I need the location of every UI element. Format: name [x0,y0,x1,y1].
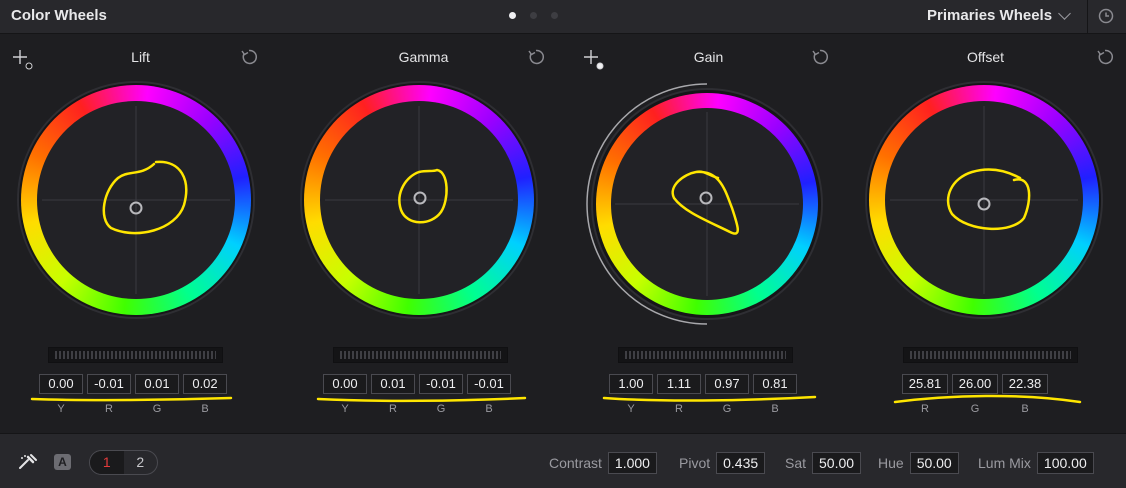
reset-icon[interactable] [811,48,829,66]
sat-control: Sat 50.00 [785,452,862,474]
footer-bar: A 1 2 Contrast 1.000 Pivot 0.435 Sat 50.… [0,433,1126,488]
sat-value[interactable]: 50.00 [812,452,862,474]
gamma-y-value[interactable]: 0.00 [323,374,367,394]
panel-title: Color Wheels [11,7,107,24]
channel-label: Y [341,403,349,415]
lift-master-slider[interactable] [48,347,223,363]
eyedropper-icon[interactable] [17,453,39,471]
gamma-panel: Gamma 0.00 0.01 -0.01 -0.01 Y R G B [283,34,564,432]
wheel-title-gain: Gain [693,49,724,65]
gamma-color-wheel[interactable] [299,80,539,320]
lift-values: 0.00 -0.01 0.01 0.02 [39,374,227,394]
mode-dropdown[interactable]: Primaries Wheels [927,7,1071,24]
wheel-title-gamma: Gamma [398,49,449,65]
channel-label: R [389,403,397,415]
offset-panel: Offset 25.81 26.00 22.38 R G B [845,34,1126,432]
header-divider [1087,0,1088,33]
gain-values: 1.00 1.11 0.97 0.81 [609,374,797,394]
gain-y-value[interactable]: 1.00 [609,374,653,394]
lift-y-value[interactable]: 0.00 [39,374,83,394]
gamma-b-value[interactable]: -0.01 [467,374,511,394]
gain-r-value[interactable]: 1.11 [657,374,701,394]
page-dots [509,12,558,19]
gain-b-value[interactable]: 0.81 [753,374,797,394]
hue-control: Hue 50.00 [878,452,959,474]
channel-label: B [201,403,209,415]
channel-label: G [722,403,732,415]
gain-panel: Gain 1.00 1.11 0.97 0.81 Y R G B [568,34,849,432]
pivot-label: Pivot [679,455,711,471]
gain-channel-labels: Y R G B [609,403,797,415]
offset-g-value[interactable]: 26.00 [952,374,998,394]
channel-label: Y [627,403,635,415]
page-dot-1[interactable] [509,12,516,19]
auto-balance-button[interactable]: A [54,454,71,470]
gamma-master-slider[interactable] [333,347,508,363]
gain-g-value[interactable]: 0.97 [705,374,749,394]
channel-label: Y [57,403,65,415]
wheel-title-offset: Offset [966,49,1005,65]
pivot-value[interactable]: 0.435 [716,452,766,474]
gain-master-slider[interactable] [618,347,793,363]
lift-r-value[interactable]: -0.01 [87,374,131,394]
gamma-values: 0.00 0.01 -0.01 -0.01 [323,374,511,394]
gain-color-wheel[interactable] [580,80,828,328]
lum-mix-label: Lum Mix [978,455,1031,471]
lum-mix-control: Lum Mix 100.00 [978,452,1094,474]
contrast-value[interactable]: 1.000 [607,452,657,474]
contrast-control: Contrast 1.000 [549,452,657,474]
reset-icon[interactable] [240,48,258,66]
wheel-title-lift: Lift [131,49,150,65]
lift-color-wheel[interactable] [16,80,256,320]
offset-color-wheel[interactable] [864,80,1104,320]
header-bar: Color Wheels Primaries Wheels [0,0,1126,34]
page-dot-3[interactable] [551,12,558,19]
channel-label: R [921,403,929,415]
offset-b-value[interactable]: 22.38 [1002,374,1048,394]
channel-label: R [105,403,113,415]
reset-all-icon[interactable] [1097,7,1115,25]
offset-master-slider[interactable] [903,347,1078,363]
channel-label: B [485,403,493,415]
sat-label: Sat [785,455,807,471]
hue-value[interactable]: 50.00 [909,452,959,474]
page-1-button[interactable]: 1 [90,451,124,474]
mode-dropdown-label: Primaries Wheels [927,7,1053,24]
gamma-channel-labels: Y R G B [323,403,511,415]
page-toggle: 1 2 [89,450,158,475]
reset-icon[interactable] [527,48,545,66]
lift-g-value[interactable]: 0.01 [135,374,179,394]
gamma-r-value[interactable]: 0.01 [371,374,415,394]
reset-icon[interactable] [1096,48,1114,66]
offset-channel-labels: R G B [902,403,1048,415]
offset-values: 25.81 26.00 22.38 [902,374,1048,394]
channel-label: R [675,403,683,415]
hue-label: Hue [878,455,904,471]
channel-label: G [970,403,980,415]
chevron-down-icon [1058,7,1071,20]
channel-label: G [436,403,446,415]
offset-r-value[interactable]: 25.81 [902,374,948,394]
pivot-control: Pivot 0.435 [679,452,766,474]
contrast-label: Contrast [549,455,602,471]
page-dot-2[interactable] [530,12,537,19]
channel-label: G [152,403,162,415]
lift-panel: Lift 0.00 -0.01 0.01 0.02 Y R G B [0,34,281,432]
gamma-g-value[interactable]: -0.01 [419,374,463,394]
lum-mix-value[interactable]: 100.00 [1036,452,1094,474]
channel-label: B [1021,403,1029,415]
channel-label: B [771,403,779,415]
page-2-button[interactable]: 2 [124,451,158,474]
lift-channel-labels: Y R G B [39,403,227,415]
lift-b-value[interactable]: 0.02 [183,374,227,394]
